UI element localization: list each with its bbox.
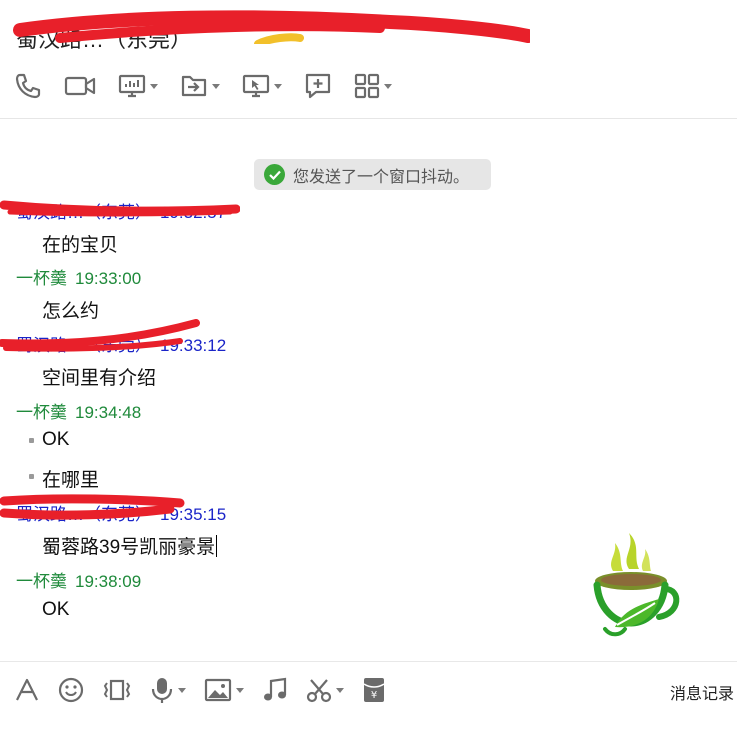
- message-text: OK: [42, 429, 70, 450]
- sender-name: 一杯羹: [16, 269, 67, 288]
- message-sender: 蜀汉路…（东莞） 19:35:15: [16, 500, 226, 525]
- video-call-icon: [64, 76, 96, 96]
- message-sender: 一杯羹 19:38:09: [16, 567, 141, 592]
- message-text: 怎么约: [42, 301, 100, 322]
- message-text: 空间里有介绍: [42, 368, 157, 389]
- chevron-down-icon: [212, 83, 220, 89]
- sender-name: 蜀汉路…（东莞）: [16, 505, 152, 524]
- message-time: 19:33:12: [160, 336, 227, 355]
- remote-assist-button[interactable]: [242, 73, 282, 99]
- font-button[interactable]: [14, 677, 40, 703]
- screen-share-button[interactable]: [118, 73, 158, 99]
- message-sender: 一杯羹 19:33:00: [16, 264, 141, 289]
- send-file-button[interactable]: [180, 74, 220, 98]
- chevron-down-icon: [384, 83, 392, 89]
- voice-message-button[interactable]: [150, 676, 186, 704]
- add-discussion-icon: [305, 73, 331, 99]
- sender-name: 蜀汉路…（东莞）: [16, 336, 152, 355]
- message-time: 19:35:15: [160, 505, 227, 524]
- music-icon: [264, 677, 287, 701]
- voice-call-button[interactable]: [14, 72, 42, 100]
- message-time: 19:34:48: [75, 403, 142, 422]
- message-time: 19:38:09: [75, 572, 142, 591]
- red-packet-button[interactable]: ¥: [362, 676, 386, 704]
- text-cursor: [216, 535, 218, 557]
- apps-button[interactable]: [354, 73, 392, 99]
- screenshot-button[interactable]: [306, 677, 344, 703]
- message-bullet: [29, 438, 34, 443]
- screen-share-icon: [118, 74, 146, 98]
- chevron-down-icon: [274, 83, 282, 89]
- phone-icon: [15, 73, 41, 99]
- chevron-down-icon: [150, 83, 158, 89]
- sender-name: 蜀汉路…（东莞）: [16, 203, 152, 222]
- start-discussion-button[interactable]: [304, 72, 332, 100]
- notice-text: 您发送了一个窗口抖动。: [293, 168, 470, 186]
- music-button[interactable]: [262, 677, 288, 703]
- message-text: 蜀蓉路39号凯丽豪景: [42, 535, 218, 558]
- message-text: 在的宝贝: [42, 235, 119, 256]
- image-icon: [204, 678, 232, 702]
- svg-text:¥: ¥: [371, 690, 377, 701]
- message-sender: 蜀汉路…（东莞） 19:32:57: [16, 198, 226, 223]
- emoji-icon: [58, 677, 84, 703]
- message-bullet: [29, 474, 34, 479]
- message-list[interactable]: 您发送了一个窗口抖动。 蜀汉路…（东莞） 19:32:57 在的宝贝 一杯羹 19:…: [0, 119, 737, 661]
- red-packet-icon: ¥: [363, 678, 385, 702]
- input-toolbar: ¥ 消息记录: [0, 661, 737, 743]
- emoji-button[interactable]: [58, 677, 84, 703]
- redaction-scribble: [13, 10, 530, 44]
- check-circle-icon: [264, 164, 285, 185]
- video-call-button[interactable]: [64, 74, 96, 98]
- header-toolbar: [14, 70, 414, 102]
- chevron-down-icon: [336, 687, 344, 693]
- message-time: 19:32:57: [160, 203, 227, 222]
- message-text: 在哪里: [42, 470, 100, 491]
- microphone-icon: [151, 678, 173, 703]
- message-sender: 蜀汉路…（东莞） 19:33:12: [16, 331, 226, 356]
- transfer-file-icon: [181, 75, 207, 97]
- tea-cup-logo-icon: [593, 533, 680, 637]
- message-text: OK: [42, 599, 70, 620]
- system-notice: 您发送了一个窗口抖动。: [254, 159, 492, 190]
- chevron-down-icon: [178, 687, 186, 693]
- chevron-down-icon: [236, 687, 244, 693]
- font-icon: [16, 678, 38, 701]
- apps-grid-icon: [354, 73, 380, 99]
- input-tools: ¥: [14, 676, 404, 704]
- window-shake-icon: [103, 679, 131, 701]
- scissors-icon: [306, 679, 332, 703]
- send-image-button[interactable]: [204, 678, 244, 702]
- window-shake-button[interactable]: [102, 677, 132, 703]
- message-history-button[interactable]: 消息记录: [670, 680, 734, 704]
- remote-desktop-icon: [242, 74, 270, 98]
- sender-name: 一杯羹: [16, 403, 67, 422]
- chat-header: 蜀汉路…（东莞）: [0, 0, 737, 119]
- message-sender: 一杯羹 19:34:48: [16, 398, 141, 423]
- message-time: 19:33:00: [75, 269, 142, 288]
- sender-name: 一杯羹: [16, 572, 67, 591]
